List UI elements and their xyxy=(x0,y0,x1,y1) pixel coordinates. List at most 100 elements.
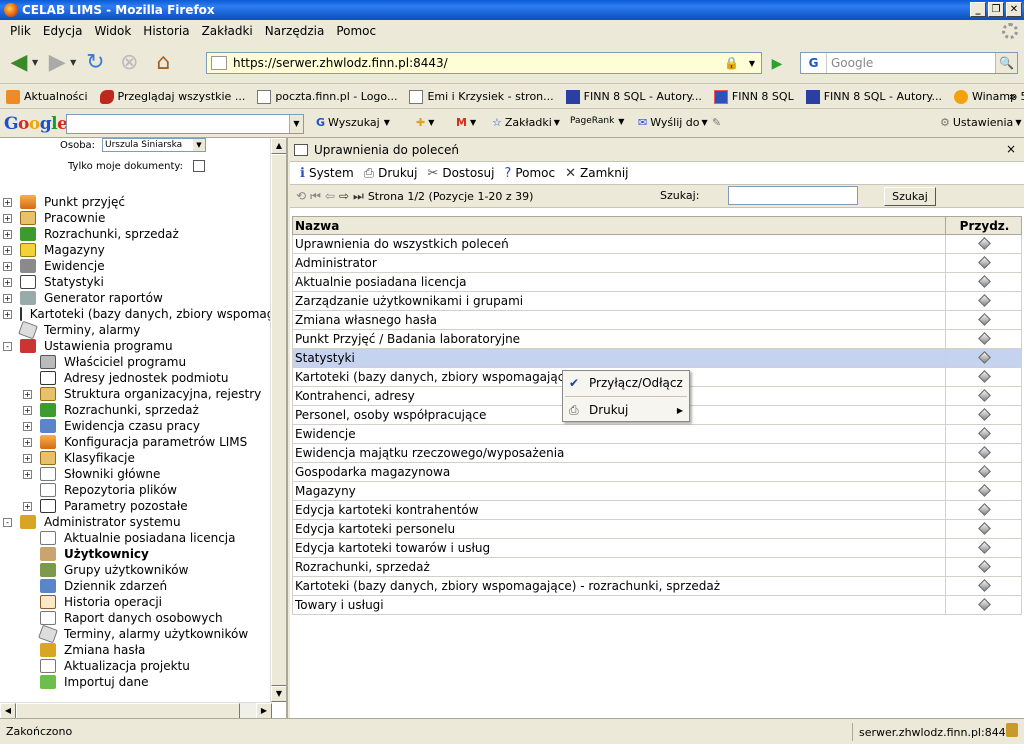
tree-raport-danych[interactable]: Raport danych osobowych xyxy=(0,610,272,626)
tree-slowniki[interactable]: + Słowniki główne xyxy=(0,466,272,482)
highlight-button[interactable]: ✎ xyxy=(712,116,724,129)
expand-icon[interactable]: + xyxy=(23,437,32,447)
assigned-cell[interactable] xyxy=(945,405,1022,425)
table-row[interactable]: Gospodarka magazynowa xyxy=(292,462,1022,482)
table-row[interactable]: Edycja kartoteki kontrahentów xyxy=(292,500,1022,520)
expand-icon[interactable]: + xyxy=(3,277,12,287)
forward-history-dropdown-icon[interactable]: ▼ xyxy=(70,58,76,67)
tree-ustawienia-programu[interactable]: - Ustawienia programu xyxy=(0,338,272,354)
assigned-cell[interactable] xyxy=(945,519,1022,539)
first-page-icon[interactable]: ⏮ xyxy=(310,189,321,204)
drukuj-button[interactable]: ⎙ Drukuj xyxy=(364,166,418,181)
tree-wlasciciel[interactable]: Właściciel programu xyxy=(0,354,272,370)
tree-struktura[interactable]: + Struktura organizacyjna, rejestry xyxy=(0,386,272,402)
tree-punkt-przyjec[interactable]: + Punkt przyjęć xyxy=(0,194,272,210)
menu-narzedzia[interactable]: Narzędzia xyxy=(259,24,331,38)
context-menu-item-przylacz[interactable]: ✔ Przyłącz/Odłącz xyxy=(563,371,689,395)
google-logo[interactable]: Google xyxy=(4,114,68,134)
menu-historia[interactable]: Historia xyxy=(137,24,195,38)
expand-icon[interactable]: + xyxy=(23,389,32,399)
menu-zakladki[interactable]: Zakładki xyxy=(196,24,259,38)
scrollbar-thumb[interactable] xyxy=(16,703,240,718)
expand-icon[interactable]: + xyxy=(3,213,12,223)
unassigned-diamond-icon[interactable] xyxy=(978,294,991,307)
expand-icon[interactable]: + xyxy=(3,261,12,271)
chevron-down-icon[interactable]: ▼ xyxy=(702,118,708,127)
assigned-cell[interactable] xyxy=(945,462,1022,482)
tree-dziennik[interactable]: Dziennik zdarzeń xyxy=(0,578,272,594)
gmail-button[interactable]: M ▼ xyxy=(456,116,476,129)
bookmark-finn-autory-1[interactable]: FINN 8 SQL - Autory... xyxy=(565,89,702,104)
tree-terminy[interactable]: Terminy, alarmy xyxy=(0,320,272,340)
column-header-nazwa[interactable]: Nazwa xyxy=(292,216,946,235)
unassigned-diamond-icon[interactable] xyxy=(978,465,991,478)
scroll-left-icon[interactable]: ◀ xyxy=(0,703,16,718)
tree-importuj[interactable]: Importuj dane xyxy=(0,674,272,690)
tree-statystyki[interactable]: + Statystyki xyxy=(0,274,272,290)
unassigned-diamond-icon[interactable] xyxy=(978,503,991,516)
menu-pomoc[interactable]: Pomoc xyxy=(330,24,382,38)
tree-grupy[interactable]: Grupy użytkowników xyxy=(0,562,272,578)
expand-icon[interactable]: + xyxy=(23,453,32,463)
unassigned-diamond-icon[interactable] xyxy=(978,446,991,459)
permission-name-cell[interactable]: Zmiana własnego hasła xyxy=(292,310,946,330)
table-row[interactable]: Aktualnie posiadana licencja xyxy=(292,272,1022,292)
table-row[interactable]: Administrator xyxy=(292,253,1022,273)
assigned-cell[interactable] xyxy=(945,234,1022,254)
tree-repozytoria[interactable]: Repozytoria plików xyxy=(0,482,272,498)
unassigned-diamond-icon[interactable] xyxy=(978,313,991,326)
url-dropdown-icon[interactable]: ▼ xyxy=(749,59,755,68)
chevron-down-icon[interactable]: ▼ xyxy=(193,139,205,151)
permission-name-cell[interactable]: Ewidencja majątku rzeczowego/wyposażenia xyxy=(292,443,946,463)
bookmark-aktualnosci[interactable]: Aktualności xyxy=(6,89,88,104)
pomoc-button[interactable]: ? Pomoc xyxy=(504,166,555,181)
zamknij-button[interactable]: ✕ Zamknij xyxy=(565,166,628,181)
bookmark-emi[interactable]: Emi i Krzysiek - stron... xyxy=(409,89,554,104)
expand-icon[interactable]: + xyxy=(23,405,32,415)
scroll-up-icon[interactable]: ▲ xyxy=(271,138,286,154)
unassigned-diamond-icon[interactable] xyxy=(978,389,991,402)
tree-administrator-systemu[interactable]: - Administrator systemu xyxy=(0,514,272,530)
menu-edycja[interactable]: Edycja xyxy=(37,24,89,38)
tree-rozrachunki[interactable]: + Rozrachunki, sprzedaż xyxy=(0,226,272,242)
search-icon[interactable]: 🔍 xyxy=(995,53,1017,73)
table-row[interactable]: Magazyny xyxy=(292,481,1022,501)
chevron-down-icon[interactable]: ▼ xyxy=(384,118,390,127)
permission-name-cell[interactable]: Punkt Przyjęć / Badania laboratoryjne xyxy=(292,329,946,349)
assigned-cell[interactable] xyxy=(945,481,1022,501)
unassigned-diamond-icon[interactable] xyxy=(978,351,991,364)
chevron-down-icon[interactable]: ▼ xyxy=(554,118,560,127)
unassigned-diamond-icon[interactable] xyxy=(978,275,991,288)
tree-ewidencje[interactable]: + Ewidencje xyxy=(0,258,272,274)
expand-icon[interactable]: + xyxy=(23,421,32,431)
tree-licencja[interactable]: Aktualnie posiadana licencja xyxy=(0,530,272,546)
tree-vertical-scrollbar[interactable]: ▲ ▼ xyxy=(270,138,286,702)
reload-icon[interactable]: ↻ xyxy=(80,48,110,78)
google-settings-button[interactable]: ⚙ Ustawienia ▼ xyxy=(940,116,1021,129)
table-row[interactable]: Statystyki xyxy=(292,348,1022,368)
google-bonus-button[interactable]: ✚ ▼ xyxy=(416,116,434,129)
back-history-dropdown-icon[interactable]: ▼ xyxy=(32,58,38,67)
chevron-down-icon[interactable]: ▼ xyxy=(618,117,624,126)
table-row[interactable]: Edycja kartoteki personelu xyxy=(292,519,1022,539)
unassigned-diamond-icon[interactable] xyxy=(978,541,991,554)
permission-name-cell[interactable]: Magazyny xyxy=(292,481,946,501)
unassigned-diamond-icon[interactable] xyxy=(978,522,991,535)
tree-horizontal-scrollbar[interactable]: ◀ ▶ xyxy=(0,702,272,718)
permission-name-cell[interactable]: Administrator xyxy=(292,253,946,273)
assigned-cell[interactable] xyxy=(945,367,1022,387)
expand-icon[interactable]: + xyxy=(3,229,12,239)
table-row[interactable]: Towary i usługi xyxy=(292,595,1022,615)
assigned-cell[interactable] xyxy=(945,538,1022,558)
assigned-cell[interactable] xyxy=(945,253,1022,273)
stop-icon[interactable]: ⊗ xyxy=(114,48,144,78)
column-header-przydz[interactable]: Przydz. xyxy=(945,216,1022,235)
padlock-icon[interactable]: 🔒 xyxy=(724,56,739,70)
minimize-button[interactable]: _ xyxy=(970,2,986,17)
osoba-select[interactable]: Urszula Siniarska ▼ xyxy=(102,138,206,152)
tylko-moje-checkbox[interactable] xyxy=(192,160,205,172)
forward-arrow-icon[interactable]: ▶ xyxy=(42,48,72,78)
scroll-down-icon[interactable]: ▼ xyxy=(271,686,286,702)
url-bar[interactable]: https://serwer.zhwlodz.finn.pl:8443/ 🔒 ▼ xyxy=(206,52,762,74)
unassigned-diamond-icon[interactable] xyxy=(978,427,991,440)
